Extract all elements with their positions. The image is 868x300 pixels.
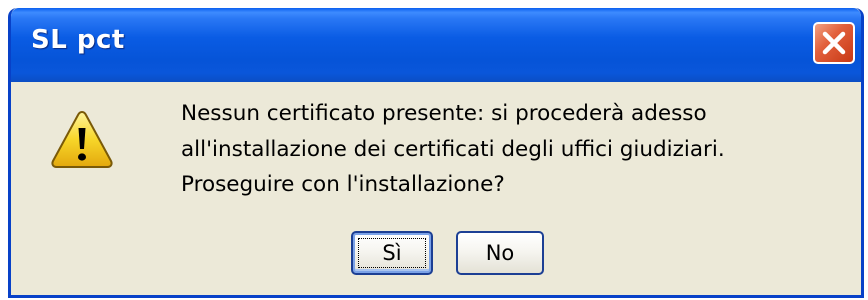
close-button[interactable] (813, 22, 855, 64)
close-icon (822, 31, 846, 55)
yes-button-label: Sì (382, 241, 402, 265)
yes-button[interactable]: Sì (351, 231, 433, 275)
title-bar[interactable]: SL pct (11, 8, 861, 82)
dialog-content: Nessun certificato presente: si proceder… (11, 82, 861, 295)
no-button[interactable]: No (456, 231, 544, 275)
message-line-1: Nessun certificato presente: si proceder… (181, 101, 707, 126)
warning-icon (51, 110, 113, 168)
message-line-3: Proseguire con l'installazione? (181, 172, 505, 197)
dialog-message: Nessun certificato presente: si proceder… (181, 96, 725, 203)
window-title: SL pct (31, 25, 125, 55)
message-line-2: all'installazione dei certificati degli … (181, 136, 725, 162)
no-button-label: No (485, 241, 515, 265)
message-dialog: SL pct Nessun certificato presente: si p… (8, 8, 864, 298)
